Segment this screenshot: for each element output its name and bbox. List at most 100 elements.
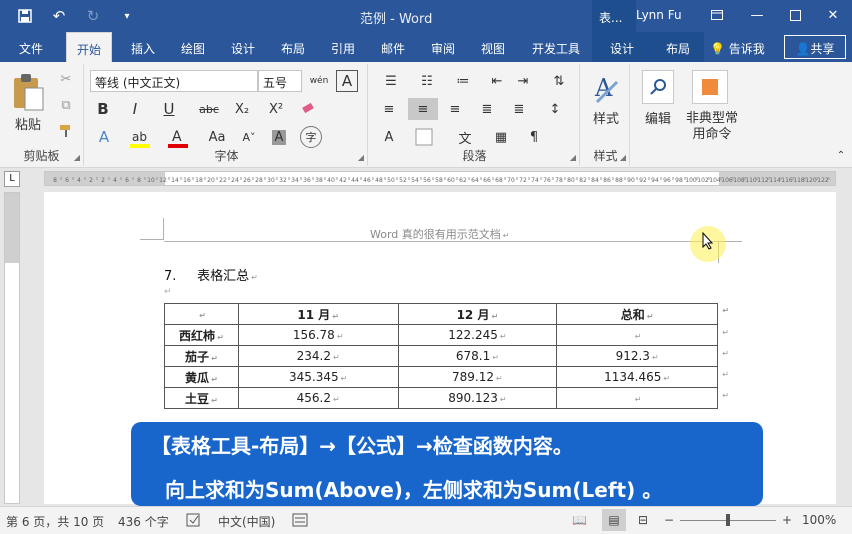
line-spacing-icon[interactable]: ↕ bbox=[540, 98, 570, 120]
ribbon-display-options-icon[interactable] bbox=[700, 4, 734, 26]
styles-button-label[interactable]: 样式 bbox=[584, 108, 628, 127]
page-header[interactable]: Word 真的很有用示范文档 ↵ bbox=[370, 226, 509, 242]
language-indicator[interactable]: 中文(中国) bbox=[218, 513, 275, 530]
tell-me-search[interactable]: 💡 告诉我 bbox=[710, 40, 765, 57]
tab-draw[interactable]: 绘图 bbox=[170, 32, 216, 62]
user-name[interactable]: Lynn Fu bbox=[636, 8, 682, 22]
print-layout-icon[interactable]: ▤ bbox=[602, 509, 626, 531]
collapse-ribbon-icon[interactable]: ⌃ bbox=[834, 148, 848, 162]
paragraph-launcher-icon[interactable]: ◢ bbox=[570, 153, 576, 162]
macro-record-icon[interactable] bbox=[292, 513, 308, 527]
vertical-ruler[interactable] bbox=[4, 192, 20, 504]
styles-launcher-icon[interactable]: ◢ bbox=[620, 153, 626, 162]
tab-home[interactable]: 开始 bbox=[66, 32, 112, 62]
header-cell[interactable]: 12 月 ↵ bbox=[397, 303, 558, 325]
decrease-indent-icon[interactable]: ⇤ bbox=[486, 70, 508, 92]
asian-layout-icon[interactable]: 文 bbox=[450, 126, 480, 148]
close-icon[interactable]: ✕ bbox=[816, 4, 850, 26]
justify-icon[interactable]: ≣ bbox=[474, 98, 500, 120]
table-cell[interactable]: ↵ ↵ bbox=[556, 324, 729, 346]
sort-icon[interactable]: ⇅ bbox=[546, 70, 572, 92]
table-cell[interactable]: 456.2 ↵ bbox=[237, 387, 399, 409]
undo-icon[interactable]: ↶ bbox=[44, 4, 74, 28]
zoom-in-icon[interactable]: + bbox=[782, 513, 792, 527]
tab-layout[interactable]: 布局 bbox=[270, 32, 316, 62]
strikethrough-button[interactable]: abc bbox=[194, 98, 224, 120]
distributed-icon[interactable]: ≣ bbox=[506, 98, 532, 120]
paste-icon[interactable] bbox=[8, 70, 48, 114]
chinese-layout-icon[interactable]: A bbox=[376, 126, 402, 148]
superscript-button[interactable]: X² bbox=[262, 98, 290, 120]
align-left-icon[interactable]: ≡ bbox=[376, 98, 402, 120]
tab-view[interactable]: 视图 bbox=[470, 32, 516, 62]
table-cell[interactable]: 234.2 ↵ bbox=[237, 345, 399, 367]
shading-icon[interactable]: A bbox=[266, 126, 292, 148]
increase-indent-icon[interactable]: ⇥ bbox=[512, 70, 534, 92]
minimize-icon[interactable]: — bbox=[740, 4, 774, 26]
multilevel-list-icon[interactable]: ≔ bbox=[448, 70, 478, 92]
horizontal-ruler[interactable]: 8 6 4 2 2 4 6 8 10 12 14 16 18 20 22 24 26 28 30 32 34 36 38 40… bbox=[44, 171, 836, 186]
tab-design[interactable]: 设计 bbox=[220, 32, 266, 62]
word-count[interactable]: 436 个字 bbox=[118, 513, 169, 530]
styles-icon[interactable]: A bbox=[588, 70, 624, 108]
phonetic-guide-button[interactable]: wén bbox=[306, 68, 332, 94]
shrink-font-icon[interactable]: A˅ bbox=[236, 126, 262, 148]
bold-button[interactable]: B bbox=[92, 98, 114, 120]
show-marks-icon[interactable]: ¶ bbox=[522, 126, 546, 148]
borders-icon[interactable]: ▦ bbox=[486, 126, 516, 148]
tab-references[interactable]: 引用 bbox=[320, 32, 366, 62]
tab-file[interactable]: 文件 bbox=[8, 32, 54, 62]
numbering-icon[interactable]: ☷ bbox=[412, 70, 442, 92]
italic-button[interactable]: I bbox=[124, 98, 146, 120]
share-button[interactable]: 👤共享 bbox=[784, 35, 846, 59]
align-right-icon[interactable]: ≡ bbox=[442, 98, 468, 120]
page-count[interactable]: 第 6 页，共 10 页 bbox=[6, 513, 104, 530]
row-label-cell[interactable]: 土豆 ↵ bbox=[164, 387, 239, 409]
font-size-select[interactable]: 五号 bbox=[258, 70, 302, 92]
font-name-select[interactable]: 等线 (中文正文) bbox=[90, 70, 258, 92]
table-cell[interactable]: 678.1 ↵ bbox=[397, 345, 558, 367]
tab-review[interactable]: 审阅 bbox=[420, 32, 466, 62]
editing-button-label[interactable]: 编辑 bbox=[636, 108, 680, 127]
proofing-icon[interactable] bbox=[186, 513, 202, 527]
header-cell[interactable]: 11 月 ↵ bbox=[237, 303, 399, 325]
table-cell[interactable]: 345.345 ↵ bbox=[237, 366, 399, 388]
summary-table[interactable]: ↵ 11 月 ↵ 12 月 ↵ 总和 ↵ ↵ 西红柿 ↵ 156.78 ↵ 122.245 ↵… bbox=[164, 303, 729, 409]
paragraph-shading-icon[interactable] bbox=[408, 126, 444, 148]
text-effects-icon[interactable]: A bbox=[92, 126, 116, 148]
enclose-chars-button[interactable]: 字 bbox=[300, 126, 322, 148]
tab-developer[interactable]: 开发工具 bbox=[524, 32, 588, 62]
table-cell[interactable]: ↵ ↵ bbox=[556, 387, 729, 409]
table-cell[interactable]: 789.12 ↵ bbox=[397, 366, 558, 388]
customize-qat-icon[interactable]: ▾ bbox=[112, 4, 142, 28]
special-commands-line2[interactable]: 用命令 bbox=[684, 124, 740, 142]
underline-button[interactable]: U bbox=[156, 98, 182, 120]
table-cell[interactable]: 156.78 ↵ bbox=[237, 324, 399, 346]
table-cell[interactable]: 1134.465 ↵ ↵ bbox=[556, 366, 729, 388]
special-commands-icon[interactable] bbox=[692, 70, 728, 104]
table-tools-context-tab[interactable]: 表... bbox=[592, 0, 636, 32]
zoom-slider-thumb[interactable] bbox=[726, 514, 730, 526]
change-case-button[interactable]: Aa bbox=[202, 126, 232, 148]
align-center-icon[interactable]: ≡ bbox=[408, 98, 438, 120]
font-launcher-icon[interactable]: ◢ bbox=[358, 153, 364, 162]
paste-label[interactable]: 粘贴 bbox=[6, 114, 50, 133]
table-cell[interactable]: 890.123 ↵ bbox=[397, 387, 558, 409]
header-cell[interactable]: 总和 ↵ ↵ bbox=[556, 303, 729, 325]
header-cell[interactable]: ↵ bbox=[164, 303, 239, 325]
read-mode-icon[interactable]: 📖 bbox=[572, 513, 587, 527]
tab-insert[interactable]: 插入 bbox=[120, 32, 166, 62]
section-heading[interactable]: 7. 表格汇总 ↵ bbox=[164, 265, 258, 284]
zoom-level[interactable]: 100% bbox=[802, 513, 836, 527]
char-border-button[interactable]: A bbox=[336, 70, 358, 92]
web-layout-icon[interactable]: ⊟ bbox=[638, 513, 648, 527]
tab-selector[interactable]: L bbox=[4, 171, 20, 187]
copy-icon[interactable]: ⧉ bbox=[54, 94, 78, 116]
bullets-icon[interactable]: ☰ bbox=[376, 70, 406, 92]
clear-formatting-icon[interactable] bbox=[296, 98, 320, 120]
row-label-cell[interactable]: 黄瓜 ↵ bbox=[164, 366, 239, 388]
save-icon[interactable] bbox=[10, 4, 40, 28]
table-cell[interactable]: 122.245 ↵ bbox=[397, 324, 558, 346]
clipboard-launcher-icon[interactable]: ◢ bbox=[74, 153, 80, 162]
find-icon[interactable] bbox=[642, 70, 674, 104]
